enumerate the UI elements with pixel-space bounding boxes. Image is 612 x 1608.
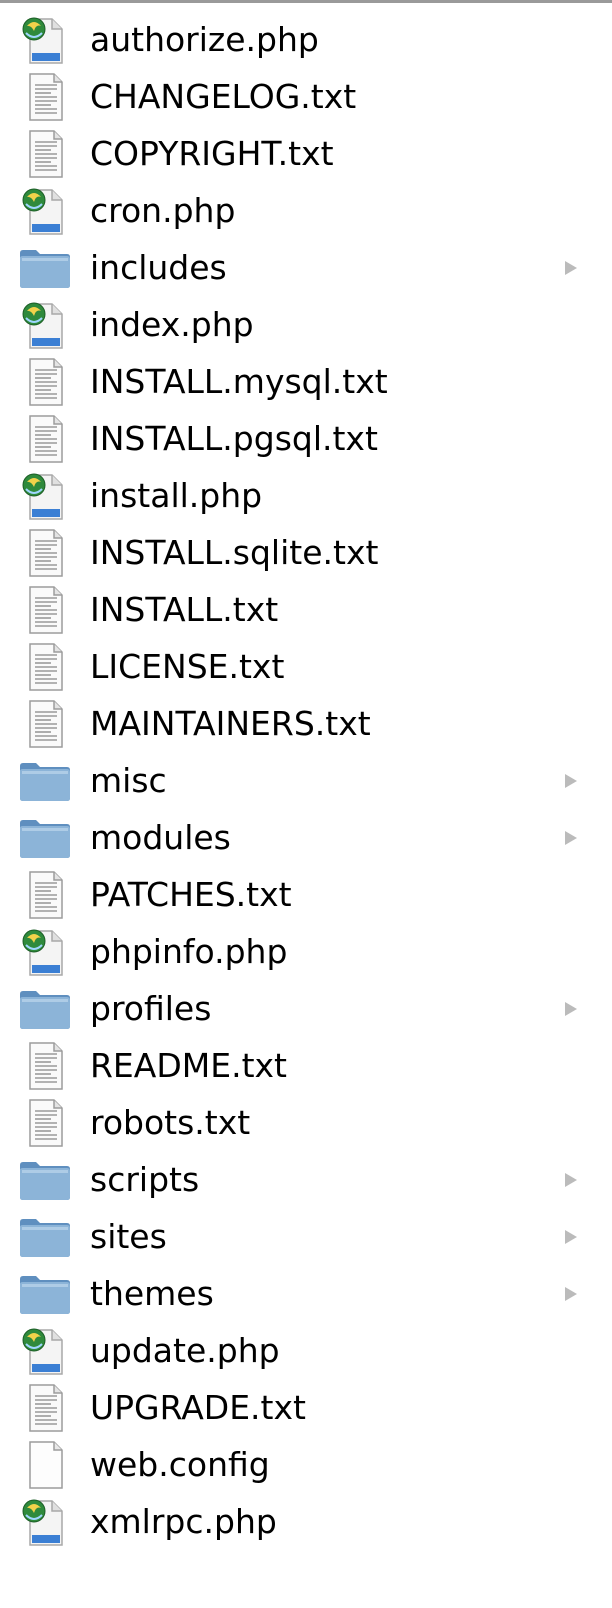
text-document-icon [18, 412, 72, 466]
file-name-label: web.config [90, 1445, 270, 1484]
file-row-robots-txt[interactable]: robots.txt [0, 1096, 612, 1153]
php-file-icon [18, 925, 72, 979]
php-file-icon [18, 469, 72, 523]
file-name-label: INSTALL.pgsql.txt [90, 419, 378, 458]
file-name-label: xmlrpc.php [90, 1502, 277, 1541]
text-document-icon [18, 640, 72, 694]
text-document-icon [18, 583, 72, 637]
file-name-label: CHANGELOG.txt [90, 77, 357, 116]
file-name-label: themes [90, 1274, 214, 1313]
file-name-label: UPGRADE.txt [90, 1388, 306, 1427]
php-file-icon [18, 298, 72, 352]
file-name-label: includes [90, 248, 227, 287]
file-name-label: install.php [90, 476, 263, 515]
file-row-changelog-txt[interactable]: CHANGELOG.txt [0, 70, 612, 127]
file-name-label: README.txt [90, 1046, 287, 1085]
text-document-icon [18, 127, 72, 181]
file-name-label: sites [90, 1217, 167, 1256]
file-name-label: MAINTAINERS.txt [90, 704, 371, 743]
file-name-label: INSTALL.mysql.txt [90, 362, 388, 401]
file-row-misc[interactable]: misc [0, 754, 612, 811]
file-row-modules[interactable]: modules [0, 811, 612, 868]
folder-icon [18, 754, 72, 808]
file-row-web-config[interactable]: web.config [0, 1438, 612, 1495]
file-name-label: misc [90, 761, 167, 800]
php-file-icon [18, 184, 72, 238]
file-name-label: scripts [90, 1160, 200, 1199]
folder-icon [18, 1153, 72, 1207]
file-name-label: index.php [90, 305, 254, 344]
file-name-label: authorize.php [90, 20, 319, 59]
file-row-phpinfo-php[interactable]: phpinfo.php [0, 925, 612, 982]
text-document-icon [18, 70, 72, 124]
php-file-icon [18, 1324, 72, 1378]
column-top-border [0, 0, 612, 3]
file-row-authorize-php[interactable]: authorize.php [0, 13, 612, 70]
file-name-label: robots.txt [90, 1103, 251, 1142]
file-name-label: INSTALL.sqlite.txt [90, 533, 379, 572]
folder-icon [18, 1210, 72, 1264]
disclosure-triangle-icon[interactable] [562, 771, 580, 791]
file-row-themes[interactable]: themes [0, 1267, 612, 1324]
file-row-index-php[interactable]: index.php [0, 298, 612, 355]
file-name-label: modules [90, 818, 231, 857]
text-document-icon [18, 1039, 72, 1093]
disclosure-triangle-icon[interactable] [562, 999, 580, 1019]
file-row-xmlrpc-php[interactable]: xmlrpc.php [0, 1495, 612, 1552]
file-row-profiles[interactable]: profiles [0, 982, 612, 1039]
file-row-patches-txt[interactable]: PATCHES.txt [0, 868, 612, 925]
file-name-label: cron.php [90, 191, 236, 230]
file-name-label: LICENSE.txt [90, 647, 285, 686]
disclosure-triangle-icon[interactable] [562, 1170, 580, 1190]
file-row-sites[interactable]: sites [0, 1210, 612, 1267]
folder-icon [18, 982, 72, 1036]
file-name-label: profiles [90, 989, 212, 1028]
folder-icon [18, 1267, 72, 1321]
file-row-copyright-txt[interactable]: COPYRIGHT.txt [0, 127, 612, 184]
text-document-icon [18, 697, 72, 751]
file-name-label: PATCHES.txt [90, 875, 292, 914]
file-row-maintainers-txt[interactable]: MAINTAINERS.txt [0, 697, 612, 754]
disclosure-triangle-icon[interactable] [562, 828, 580, 848]
folder-icon [18, 241, 72, 295]
file-row-scripts[interactable]: scripts [0, 1153, 612, 1210]
text-document-icon [18, 526, 72, 580]
file-row-cron-php[interactable]: cron.php [0, 184, 612, 241]
file-row-readme-txt[interactable]: README.txt [0, 1039, 612, 1096]
php-file-icon [18, 13, 72, 67]
file-name-label: INSTALL.txt [90, 590, 279, 629]
file-row-upgrade-txt[interactable]: UPGRADE.txt [0, 1381, 612, 1438]
file-row-install-mysql-txt[interactable]: INSTALL.mysql.txt [0, 355, 612, 412]
file-row-includes[interactable]: includes [0, 241, 612, 298]
folder-icon [18, 811, 72, 865]
file-list-column: authorize.php CHANGELOG.txt COPYRIGHT.txt c… [0, 13, 612, 1552]
file-row-install-sqlite-txt[interactable]: INSTALL.sqlite.txt [0, 526, 612, 583]
blank-document-icon [18, 1438, 72, 1492]
disclosure-triangle-icon[interactable] [562, 1227, 580, 1247]
file-name-label: phpinfo.php [90, 932, 288, 971]
php-file-icon [18, 1495, 72, 1549]
file-name-label: update.php [90, 1331, 280, 1370]
file-row-install-php[interactable]: install.php [0, 469, 612, 526]
text-document-icon [18, 355, 72, 409]
file-name-label: COPYRIGHT.txt [90, 134, 334, 173]
file-row-install-pgsql-txt[interactable]: INSTALL.pgsql.txt [0, 412, 612, 469]
text-document-icon [18, 868, 72, 922]
text-document-icon [18, 1381, 72, 1435]
file-row-license-txt[interactable]: LICENSE.txt [0, 640, 612, 697]
file-row-update-php[interactable]: update.php [0, 1324, 612, 1381]
disclosure-triangle-icon[interactable] [562, 1284, 580, 1304]
disclosure-triangle-icon[interactable] [562, 258, 580, 278]
file-row-install-txt[interactable]: INSTALL.txt [0, 583, 612, 640]
text-document-icon [18, 1096, 72, 1150]
